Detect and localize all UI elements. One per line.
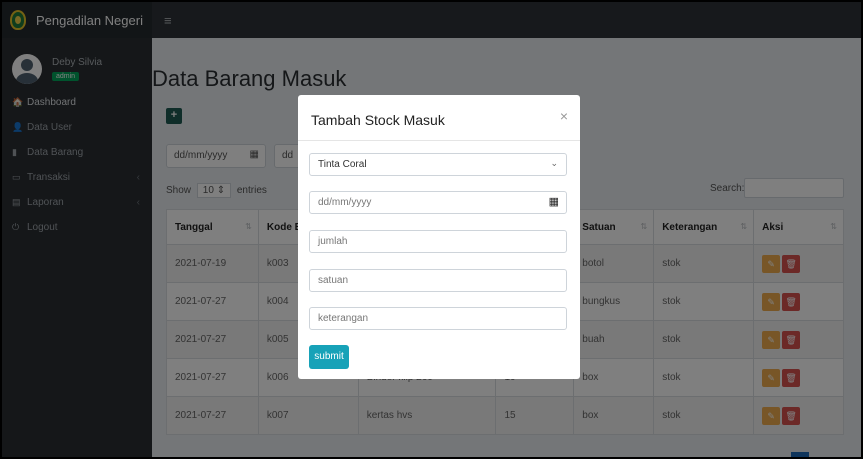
keterangan-placeholder: keterangan: [318, 313, 369, 324]
jumlah-field[interactable]: jumlah: [309, 230, 567, 253]
submit-button[interactable]: submit: [309, 345, 349, 369]
add-stock-modal: Tambah Stock Masuk × Tinta Coral ⌄ dd/mm…: [298, 95, 580, 379]
modal-header: Tambah Stock Masuk ×: [298, 95, 580, 141]
close-icon[interactable]: ×: [560, 108, 568, 124]
satuan-field[interactable]: satuan: [309, 269, 567, 292]
satuan-placeholder: satuan: [318, 275, 349, 286]
item-select-value: Tinta Coral: [318, 159, 367, 170]
calendar-icon[interactable]: ▦: [549, 195, 559, 208]
app-window: Pengadilan Negeri ≡ Deby Silvia admin 🏠 …: [2, 2, 861, 457]
modal-title: Tambah Stock Masuk: [311, 112, 445, 128]
item-select[interactable]: Tinta Coral ⌄: [309, 153, 567, 176]
jumlah-placeholder: jumlah: [318, 236, 348, 247]
keterangan-field[interactable]: keterangan: [309, 307, 567, 330]
chevron-down-icon: ⌄: [550, 158, 558, 168]
date-placeholder: dd/mm/yyyy: [318, 197, 372, 208]
date-field[interactable]: dd/mm/yyyy ▦: [309, 191, 567, 214]
